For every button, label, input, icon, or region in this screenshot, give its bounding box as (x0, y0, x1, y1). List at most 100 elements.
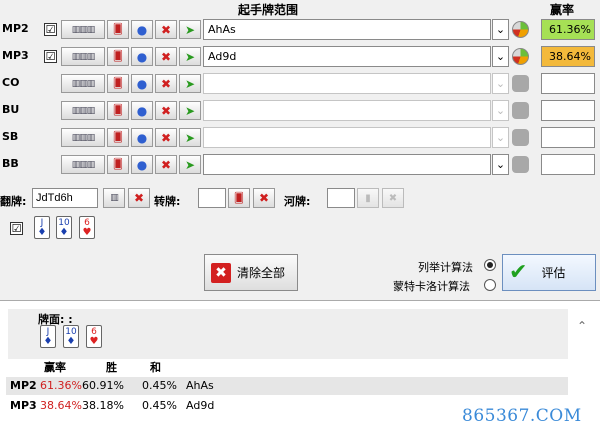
card-grid-button[interactable]: ▥▥▥ (61, 155, 105, 174)
play-arrow-icon: ➤ (184, 22, 196, 37)
result-win: 60.91% (82, 379, 124, 392)
flop-cards-button[interactable]: ▥ (103, 188, 125, 208)
apply-button[interactable]: ➤ (179, 74, 201, 93)
close-icon: ✖ (388, 192, 398, 204)
play-arrow-icon: ➤ (184, 130, 196, 145)
chips-button[interactable]: ● (131, 74, 153, 93)
turn-label: 转牌: (154, 195, 181, 208)
evaluate-button[interactable]: ✔ 评估 (502, 254, 596, 291)
turn-card-button[interactable]: 🂠 (228, 188, 250, 208)
equity-value (541, 73, 595, 94)
range-input[interactable] (203, 19, 491, 40)
flop-clear-button[interactable]: ✖ (128, 188, 150, 208)
result-tie: 0.45% (142, 379, 177, 392)
chevron-down-icon: ⌄ (495, 77, 506, 90)
clear-row-button[interactable]: ✖ (155, 128, 177, 147)
select-card-button[interactable]: 🂠 (107, 74, 129, 93)
select-card-button[interactable]: 🂠 (107, 128, 129, 147)
range-dropdown[interactable]: ⌄ (492, 19, 509, 40)
result-row-mp2: MP2 61.36% 60.91% 0.45% AhAs (6, 377, 568, 395)
close-icon: ✖ (160, 76, 172, 91)
card-icon: 🂠 (112, 78, 124, 89)
range-dropdown[interactable]: ⌄ (492, 127, 509, 148)
range-input[interactable] (203, 154, 491, 175)
clear-row-button[interactable]: ✖ (155, 47, 177, 66)
close-icon: ✖ (160, 157, 172, 172)
chips-icon: ● (136, 157, 148, 172)
chips-button[interactable]: ● (131, 47, 153, 66)
dead-cards-checkbox[interactable]: ☑ (10, 222, 23, 235)
select-card-button[interactable]: 🂠 (107, 101, 129, 120)
card-grid-button[interactable]: ▥▥▥ (61, 128, 105, 147)
select-card-button[interactable]: 🂠 (107, 20, 129, 39)
apply-button[interactable]: ➤ (179, 20, 201, 39)
position-label: BU (2, 103, 20, 116)
apply-button[interactable]: ➤ (179, 101, 201, 120)
result-position: MP3 (10, 399, 37, 412)
range-dropdown[interactable]: ⌄ (492, 73, 509, 94)
position-label: BB (2, 157, 19, 170)
select-card-button[interactable]: 🂠 (107, 47, 129, 66)
turn-input[interactable] (198, 188, 226, 208)
apply-button[interactable]: ➤ (179, 155, 201, 174)
range-input[interactable] (203, 127, 491, 148)
range-dropdown[interactable]: ⌄ (492, 46, 509, 67)
river-input[interactable] (327, 188, 355, 208)
apply-button[interactable]: ➤ (179, 128, 201, 147)
card-grid-button[interactable]: ▥▥▥ (61, 101, 105, 120)
player-checkbox[interactable]: ☑ (44, 23, 57, 36)
player-row-sb: SB ▥▥▥ 🂠 ● ✖ ➤ ⌄ (0, 126, 600, 150)
card-grid-button[interactable]: ▥▥▥ (61, 20, 105, 39)
card-grid-button[interactable]: ▥▥▥ (61, 74, 105, 93)
flop-label: 翻牌: (0, 195, 27, 208)
method-enum-radio[interactable] (484, 259, 496, 271)
equity-header: 赢率 (550, 3, 575, 17)
clear-row-button[interactable]: ✖ (155, 74, 177, 93)
close-icon: ✖ (211, 262, 231, 283)
flop-input[interactable] (32, 188, 98, 208)
chips-icon: ● (136, 76, 148, 91)
apply-button[interactable]: ➤ (179, 47, 201, 66)
river-card-button[interactable]: ▮ (357, 188, 379, 208)
card-icon: ▮ (365, 192, 371, 204)
chips-icon: ● (136, 103, 148, 118)
player-row-bb: BB ▥▥▥ 🂠 ● ✖ ➤ ⌄ (0, 153, 600, 177)
range-input[interactable] (203, 100, 491, 121)
result-hand: AhAs (186, 379, 214, 392)
result-card-2: 10 ♦ (63, 325, 79, 348)
clear-row-button[interactable]: ✖ (155, 101, 177, 120)
cards-grid-icon: ▥▥▥ (71, 24, 95, 35)
chips-button[interactable]: ● (131, 128, 153, 147)
select-card-button[interactable]: 🂠 (107, 155, 129, 174)
range-dropdown[interactable]: ⌄ (492, 154, 509, 175)
chips-button[interactable]: ● (131, 155, 153, 174)
board-card-1: J ♦ (34, 216, 50, 239)
pie-chart-icon (512, 156, 529, 173)
chevron-down-icon: ⌄ (495, 50, 506, 63)
method-mc-radio[interactable] (484, 279, 496, 291)
card-suit: ♦ (66, 336, 76, 347)
pie-chart-icon[interactable] (512, 48, 529, 65)
clear-all-button[interactable]: ✖ 清除全部 (204, 254, 298, 291)
col-win: 胜 (106, 361, 117, 374)
clear-row-button[interactable]: ✖ (155, 155, 177, 174)
player-checkbox[interactable]: ☑ (44, 50, 57, 63)
card-suit: ♦ (43, 336, 53, 347)
chips-button[interactable]: ● (131, 20, 153, 39)
pie-chart-icon[interactable] (512, 21, 529, 38)
turn-clear-button[interactable]: ✖ (253, 188, 275, 208)
board-card-3: 6 ♥ (79, 216, 95, 239)
result-position: MP2 (10, 379, 37, 392)
river-clear-button[interactable]: ✖ (382, 188, 404, 208)
chips-button[interactable]: ● (131, 101, 153, 120)
range-input[interactable] (203, 46, 491, 67)
scroll-up-icon[interactable]: ⌃ (577, 319, 587, 333)
range-input[interactable] (203, 73, 491, 94)
play-arrow-icon: ➤ (184, 49, 196, 64)
range-dropdown[interactable]: ⌄ (492, 100, 509, 121)
cards-grid-icon: ▥▥▥ (71, 159, 95, 170)
close-icon: ✖ (258, 191, 270, 205)
card-grid-button[interactable]: ▥▥▥ (61, 47, 105, 66)
close-icon: ✖ (160, 22, 172, 37)
clear-row-button[interactable]: ✖ (155, 20, 177, 39)
